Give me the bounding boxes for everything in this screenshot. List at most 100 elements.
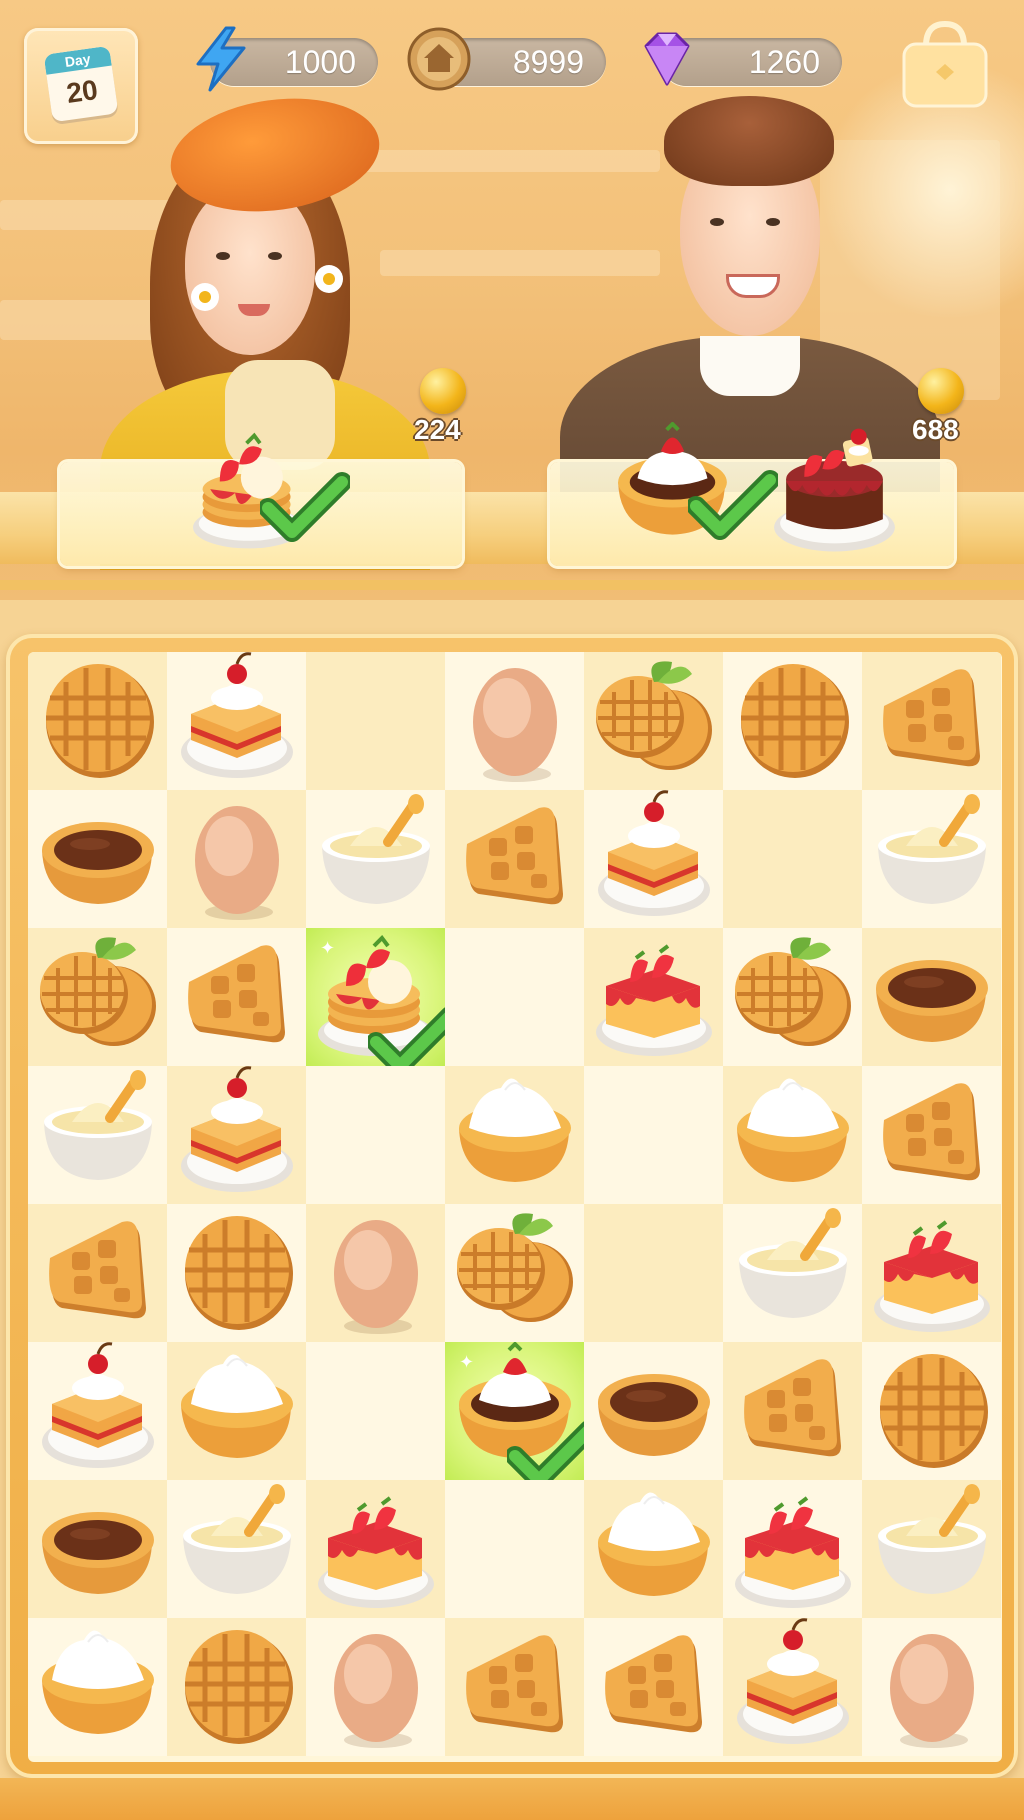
board-cell[interactable] <box>167 1342 306 1480</box>
board-cell[interactable] <box>167 652 306 790</box>
gem-counter[interactable]: 1260 <box>644 32 842 86</box>
choco-tart-icon[interactable] <box>28 790 167 928</box>
board-cell[interactable] <box>723 928 862 1066</box>
board-cell[interactable] <box>723 652 862 790</box>
board-cell[interactable] <box>862 928 1001 1066</box>
egg-icon[interactable] <box>306 1204 445 1342</box>
custard-bowl-icon[interactable] <box>306 790 445 928</box>
layer-cake-icon[interactable] <box>167 1066 306 1204</box>
board-cell[interactable] <box>723 1618 862 1756</box>
waffle-round-icon[interactable] <box>167 1204 306 1342</box>
custard-bowl-icon[interactable] <box>862 1480 1001 1618</box>
board-cell[interactable] <box>445 1480 584 1618</box>
waffle-triangle-icon[interactable] <box>584 1618 723 1756</box>
board-cell[interactable] <box>306 1618 445 1756</box>
board-cell[interactable] <box>167 1480 306 1618</box>
board-cell[interactable] <box>28 928 167 1066</box>
board-cell[interactable] <box>584 790 723 928</box>
layer-cake-icon[interactable] <box>167 652 306 790</box>
board-cell[interactable] <box>723 790 862 928</box>
board-cell[interactable] <box>584 1204 723 1342</box>
waffle-leaf-icon[interactable] <box>28 928 167 1066</box>
custard-bowl-icon[interactable] <box>723 1204 862 1342</box>
board-cell[interactable] <box>723 1480 862 1618</box>
waffle-triangle-icon[interactable] <box>28 1204 167 1342</box>
board-cell[interactable] <box>28 1342 167 1480</box>
board-cell[interactable] <box>167 1066 306 1204</box>
cream-tart-icon[interactable] <box>445 1066 584 1204</box>
waffle-triangle-icon[interactable] <box>862 652 1001 790</box>
custard-bowl-icon[interactable] <box>862 790 1001 928</box>
strawberry-cheesecake-icon[interactable] <box>584 928 723 1066</box>
board-cell[interactable] <box>584 1480 723 1618</box>
waffle-round-icon[interactable] <box>28 652 167 790</box>
bag-icon[interactable] <box>896 18 994 114</box>
board-cell[interactable] <box>28 1618 167 1756</box>
waffle-leaf-icon[interactable] <box>445 1204 584 1342</box>
board-cell[interactable] <box>306 1204 445 1342</box>
energy-counter[interactable]: 1000 <box>196 26 378 92</box>
waffle-round-icon[interactable] <box>862 1342 1001 1480</box>
board-cell[interactable] <box>723 1066 862 1204</box>
strawberry-cheesecake-icon[interactable] <box>306 1480 445 1618</box>
board-cell[interactable] <box>723 1342 862 1480</box>
egg-icon[interactable] <box>167 790 306 928</box>
board-cell[interactable] <box>584 928 723 1066</box>
board-cell[interactable] <box>306 1066 445 1204</box>
board-cell[interactable] <box>862 1480 1001 1618</box>
layer-cake-icon[interactable] <box>723 1618 862 1756</box>
board-cell[interactable] <box>445 790 584 928</box>
board-cell[interactable] <box>28 1480 167 1618</box>
board-cell[interactable] <box>306 652 445 790</box>
day-button[interactable]: Day 20 <box>24 28 138 144</box>
board-cell[interactable] <box>306 790 445 928</box>
waffle-triangle-icon[interactable] <box>445 790 584 928</box>
board-cell[interactable] <box>862 790 1001 928</box>
strawberry-cheesecake-icon[interactable] <box>723 1480 862 1618</box>
strawberry-cheesecake-icon[interactable] <box>862 1204 1001 1342</box>
cream-tart-icon[interactable] <box>584 1480 723 1618</box>
board-cell[interactable] <box>862 1342 1001 1480</box>
board-cell[interactable] <box>167 790 306 928</box>
cream-tart-icon[interactable] <box>28 1618 167 1756</box>
board-cell[interactable] <box>584 1342 723 1480</box>
board-cell[interactable] <box>167 1204 306 1342</box>
board-cell[interactable] <box>445 928 584 1066</box>
board-cell[interactable] <box>28 790 167 928</box>
board-cell[interactable] <box>306 1480 445 1618</box>
board-cell[interactable] <box>167 1618 306 1756</box>
choco-tart-icon[interactable] <box>584 1342 723 1480</box>
board-cell[interactable] <box>445 1618 584 1756</box>
egg-icon[interactable] <box>306 1618 445 1756</box>
coin-counter[interactable]: 8999 <box>407 27 606 91</box>
cream-tart-icon[interactable] <box>723 1066 862 1204</box>
board-cell[interactable] <box>723 1204 862 1342</box>
board-cell[interactable] <box>862 1618 1001 1756</box>
layer-cake-icon[interactable] <box>28 1342 167 1480</box>
custard-bowl-icon[interactable] <box>28 1066 167 1204</box>
egg-icon[interactable] <box>862 1618 1001 1756</box>
board-cell[interactable] <box>445 1204 584 1342</box>
board-cell[interactable] <box>306 1342 445 1480</box>
board-cell[interactable] <box>862 1204 1001 1342</box>
board-cell[interactable] <box>584 1618 723 1756</box>
waffle-leaf-icon[interactable] <box>723 928 862 1066</box>
board-cell[interactable] <box>28 652 167 790</box>
waffle-triangle-icon[interactable] <box>862 1066 1001 1204</box>
waffle-round-icon[interactable] <box>723 652 862 790</box>
layer-cake-icon[interactable] <box>584 790 723 928</box>
board-cell[interactable] <box>167 928 306 1066</box>
board-cell[interactable] <box>584 652 723 790</box>
board-cell[interactable] <box>445 652 584 790</box>
choco-tart-icon[interactable] <box>28 1480 167 1618</box>
egg-icon[interactable] <box>445 652 584 790</box>
cream-tart-icon[interactable] <box>167 1342 306 1480</box>
board-cell[interactable] <box>28 1204 167 1342</box>
board-cell[interactable] <box>862 652 1001 790</box>
waffle-triangle-icon[interactable] <box>723 1342 862 1480</box>
choco-tart-icon[interactable] <box>862 928 1001 1066</box>
waffle-leaf-icon[interactable] <box>584 652 723 790</box>
board-cell[interactable] <box>862 1066 1001 1204</box>
custard-bowl-icon[interactable] <box>167 1480 306 1618</box>
board-cell[interactable] <box>28 1066 167 1204</box>
